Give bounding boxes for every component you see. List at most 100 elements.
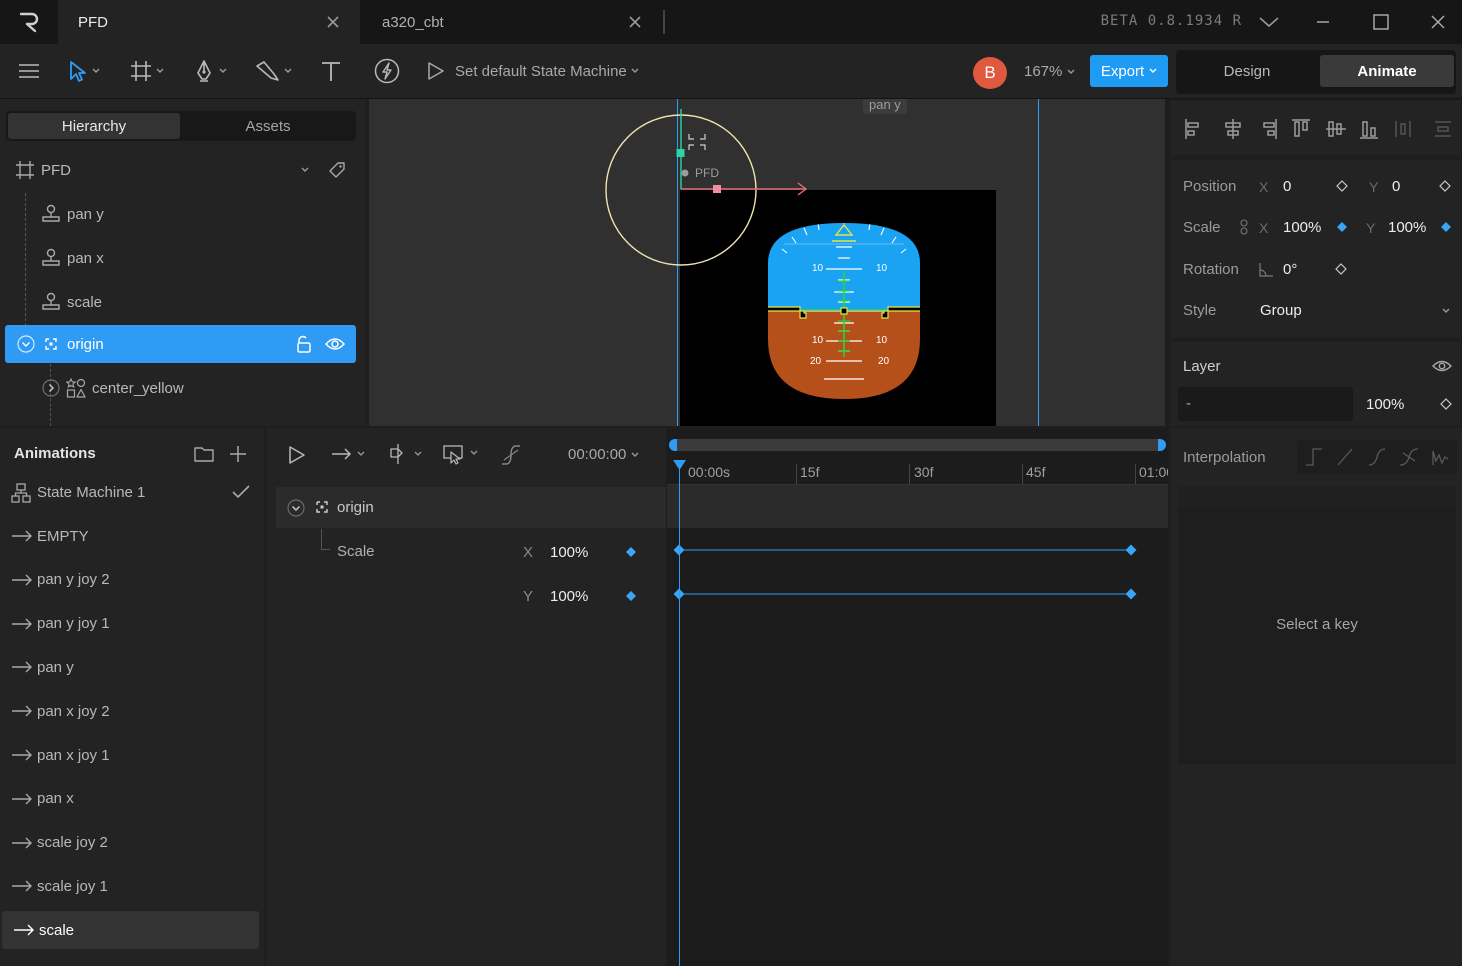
stage-canvas[interactable]: pan y 10 10 10 10 20 20 PFD	[369, 99, 1165, 426]
timeline-ruler[interactable]: 00:00s 15f 30f 45f 01:00	[667, 458, 1168, 485]
scale-x-value[interactable]: 100%	[550, 544, 588, 561]
select-tool[interactable]	[68, 58, 100, 84]
hierarchy-item-origin[interactable]: origin	[5, 325, 356, 363]
keyframe-empty-icon[interactable]	[1439, 180, 1451, 192]
chevron-down-icon	[1149, 68, 1157, 74]
pitch-label: 20	[810, 356, 822, 367]
animation-item[interactable]: pan x	[0, 780, 264, 818]
add-icon[interactable]	[229, 445, 247, 463]
folder-icon[interactable]	[194, 445, 214, 463]
snapping-icon[interactable]	[388, 443, 422, 465]
position-y-input[interactable]: 0	[1392, 178, 1400, 195]
rotation-input[interactable]: 0°	[1283, 261, 1297, 278]
loop-mode-icon[interactable]	[331, 446, 365, 462]
pitch-label: 10	[876, 263, 888, 274]
expand-toggle-icon[interactable]	[17, 335, 35, 353]
keyframe-empty-icon[interactable]	[1335, 263, 1347, 275]
layer-opacity-input[interactable]: 100%	[1366, 396, 1404, 413]
ruler-label: 01:00	[1139, 464, 1168, 480]
hierarchy-item-scale[interactable]: scale	[0, 284, 366, 320]
keyframe-filled-icon[interactable]	[1440, 221, 1452, 233]
hierarchy-item-center-yellow[interactable]: center_yellow	[0, 370, 366, 406]
time-display[interactable]: 00:00:00	[568, 446, 639, 463]
scroll-handle-left[interactable]	[669, 439, 677, 451]
scale-label: Scale	[1183, 219, 1221, 236]
play-icon[interactable]	[288, 445, 306, 465]
animation-item[interactable]: pan y joy 2	[0, 561, 264, 599]
collapse-toggle-icon[interactable]	[287, 499, 305, 517]
hierarchy-item-pan-y[interactable]: pan y	[0, 196, 366, 232]
menu-icon[interactable]	[18, 58, 40, 84]
events-tool[interactable]	[374, 58, 400, 84]
hierarchy-item-pan-x[interactable]: pan x	[0, 240, 366, 276]
easing-icon[interactable]	[500, 444, 522, 466]
work-area-icon[interactable]	[442, 444, 478, 466]
state-machine-item[interactable]: State Machine 1	[0, 473, 264, 511]
keyframe-empty-icon[interactable]	[1440, 398, 1452, 410]
timeline-object-row[interactable]: origin	[276, 487, 666, 528]
chevron-down-icon[interactable]	[1258, 14, 1280, 30]
link-icon[interactable]	[1240, 219, 1248, 235]
keyframe-filled-icon[interactable]	[1336, 221, 1348, 233]
frame-tool[interactable]	[130, 58, 164, 84]
animate-mode-button[interactable]: Animate	[1320, 55, 1454, 87]
animation-item[interactable]: scale joy 1	[0, 867, 264, 905]
close-window-icon[interactable]	[1429, 13, 1447, 31]
animation-item[interactable]: pan y	[0, 648, 264, 686]
expand-toggle-icon[interactable]	[42, 379, 60, 397]
hierarchy-panel: Hierarchy Assets PFD pan y pan x scale o…	[0, 99, 366, 426]
animation-item[interactable]: pan x joy 2	[0, 692, 264, 730]
keyframe-filled-icon[interactable]	[625, 546, 637, 558]
pen-tool[interactable]	[193, 58, 227, 84]
close-tab-icon[interactable]	[324, 13, 342, 31]
scale-x-input[interactable]: 100%	[1283, 219, 1321, 236]
chevron-down-icon[interactable]	[301, 167, 309, 173]
rive-logo-icon[interactable]	[18, 11, 40, 33]
animation-item[interactable]: EMPTY	[0, 517, 264, 555]
scale-y-input[interactable]: 100%	[1388, 219, 1426, 236]
animation-label: pan x joy 1	[37, 746, 110, 764]
chevron-down-icon	[631, 452, 639, 458]
unlock-icon[interactable]	[295, 335, 313, 353]
export-button[interactable]: Export	[1090, 55, 1168, 87]
keyframe-tracks[interactable]	[667, 538, 1168, 608]
zoom-selector[interactable]: 167%	[1024, 63, 1075, 80]
align-icons[interactable]	[1184, 118, 1456, 140]
shape-tool[interactable]	[254, 58, 292, 84]
scale-y-value[interactable]: 100%	[550, 588, 588, 605]
arrow-right-icon	[11, 574, 33, 586]
animation-item[interactable]: pan x joy 1	[0, 736, 264, 774]
animation-item[interactable]: scale joy 2	[0, 824, 264, 862]
animation-item[interactable]: scale	[2, 911, 259, 950]
timeline-scrollbar[interactable]	[669, 439, 1166, 451]
selection-overlay[interactable]	[599, 109, 819, 279]
tab-hierarchy[interactable]: Hierarchy	[8, 113, 180, 139]
eye-icon[interactable]	[1432, 359, 1452, 373]
blend-mode-select[interactable]: -	[1178, 387, 1353, 421]
hierarchy-root[interactable]: PFD	[0, 152, 366, 188]
design-mode-button[interactable]: Design	[1180, 55, 1314, 87]
chevron-down-icon[interactable]	[1442, 308, 1450, 314]
maximize-icon[interactable]	[1372, 13, 1390, 31]
avatar[interactable]: B	[973, 57, 1007, 89]
state-machine-selector[interactable]: Set default State Machine	[427, 58, 639, 84]
tab-pfd[interactable]: PFD	[58, 0, 360, 44]
text-tool[interactable]	[320, 58, 342, 84]
playhead-handle[interactable]	[673, 460, 686, 471]
playhead[interactable]	[679, 461, 680, 966]
animations-panel: Animations State Machine 1 EMPTY pan y jo…	[0, 428, 264, 966]
interpolation-icons[interactable]	[1305, 447, 1455, 467]
position-x-input[interactable]: 0	[1283, 178, 1291, 195]
tab-assets[interactable]: Assets	[182, 113, 354, 139]
tab-a320-cbt[interactable]: a320_cbt	[362, 0, 662, 44]
minimize-icon[interactable]	[1314, 14, 1332, 30]
close-tab-icon[interactable]	[626, 13, 644, 31]
tag-icon[interactable]	[328, 161, 346, 179]
keyframe-empty-icon[interactable]	[1336, 180, 1348, 192]
style-select[interactable]: Group	[1260, 302, 1302, 319]
keyframe-filled-icon[interactable]	[625, 590, 637, 602]
animation-item[interactable]: pan y joy 1	[0, 605, 264, 643]
timeline-keyframes[interactable]: 00:00s 15f 30f 45f 01:00	[667, 428, 1168, 966]
scroll-handle-right[interactable]	[1158, 439, 1166, 451]
eye-icon[interactable]	[325, 336, 345, 352]
